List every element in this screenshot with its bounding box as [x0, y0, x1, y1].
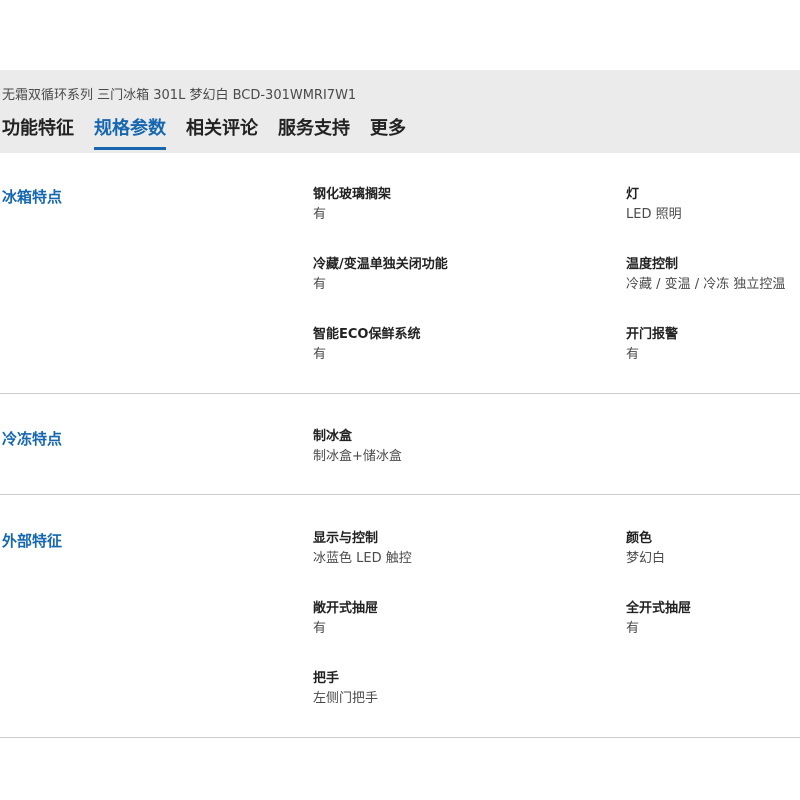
tab-features[interactable]: 功能特征	[2, 117, 74, 150]
section-freezer-features: 冷冻特点 制冰盒 制冰盒+储冰盒	[0, 428, 800, 495]
tab-specifications[interactable]: 规格参数	[94, 117, 166, 150]
tab-reviews[interactable]: 相关评论	[186, 117, 258, 150]
section-title: 外部特征	[2, 532, 63, 550]
spec-label: 敞开式抽屉	[313, 601, 379, 616]
section-fridge-features: 冰箱特点 钢化玻璃搁架 有 灯 LED 照明 冷藏/变温单独关闭功能 有 温度控…	[0, 186, 800, 394]
spec-label: 制冰盒	[313, 429, 353, 444]
spec-value: 有	[626, 347, 640, 362]
spec-value: 冷藏 / 变温 / 冷冻 独立控温	[626, 277, 786, 292]
spec-item: 把手 左侧门把手	[313, 670, 378, 708]
spec-item: 温度控制 冷藏 / 变温 / 冷冻 独立控温	[626, 256, 785, 294]
spec-label: 智能ECO保鲜系统	[313, 327, 421, 342]
product-title: 无霜双循环系列 三门冰箱 301L 梦幻白 BCD-301WMRI7W1	[2, 88, 357, 103]
spec-value: 梦幻白	[626, 551, 666, 566]
section-exterior-features: 外部特征 显示与控制 冰蓝色 LED 触控 颜色 梦幻白 敞开式抽屉 有 全开式…	[0, 530, 800, 738]
spec-value: 有	[626, 621, 640, 636]
spec-item: 智能ECO保鲜系统 有	[313, 326, 420, 364]
spec-value: 有	[313, 277, 327, 292]
spec-value: 左侧门把手	[313, 691, 379, 706]
spec-value: 有	[313, 621, 327, 636]
spec-label: 颜色	[626, 531, 653, 546]
spec-value: 制冰盒+储冰盒	[313, 449, 402, 464]
section-title: 冷冻特点	[2, 430, 63, 448]
tab-more[interactable]: 更多	[370, 117, 406, 150]
spec-item: 开门报警 有	[626, 326, 678, 364]
spec-item: 显示与控制 冰蓝色 LED 触控	[313, 530, 412, 568]
spec-value: LED 照明	[626, 207, 682, 222]
spec-label: 温度控制	[626, 257, 679, 272]
spec-label: 把手	[313, 671, 340, 686]
spec-item: 全开式抽屉 有	[626, 600, 691, 638]
spec-value: 冰蓝色 LED 触控	[313, 551, 412, 566]
tab-support[interactable]: 服务支持	[278, 117, 350, 150]
spec-item: 颜色 梦幻白	[626, 530, 665, 568]
section-title: 冰箱特点	[2, 188, 63, 206]
spec-value: 有	[313, 347, 327, 362]
spec-label: 灯	[626, 187, 640, 202]
spec-label: 钢化玻璃搁架	[313, 187, 392, 202]
tab-bar: 功能特征 规格参数 相关评论 服务支持 更多	[2, 117, 426, 150]
spec-item: 钢化玻璃搁架 有	[313, 186, 391, 224]
spec-label: 冷藏/变温单独关闭功能	[313, 257, 448, 272]
product-header: 无霜双循环系列 三门冰箱 301L 梦幻白 BCD-301WMRI7W1 功能特…	[0, 70, 800, 153]
spec-label: 开门报警	[626, 327, 679, 342]
spec-item: 敞开式抽屉 有	[313, 600, 378, 638]
spec-item: 灯 LED 照明	[626, 186, 682, 224]
spec-label: 显示与控制	[313, 531, 379, 546]
spec-item: 制冰盒 制冰盒+储冰盒	[313, 428, 402, 466]
spec-label: 全开式抽屉	[626, 601, 692, 616]
spec-value: 有	[313, 207, 327, 222]
spec-item: 冷藏/变温单独关闭功能 有	[313, 256, 448, 294]
